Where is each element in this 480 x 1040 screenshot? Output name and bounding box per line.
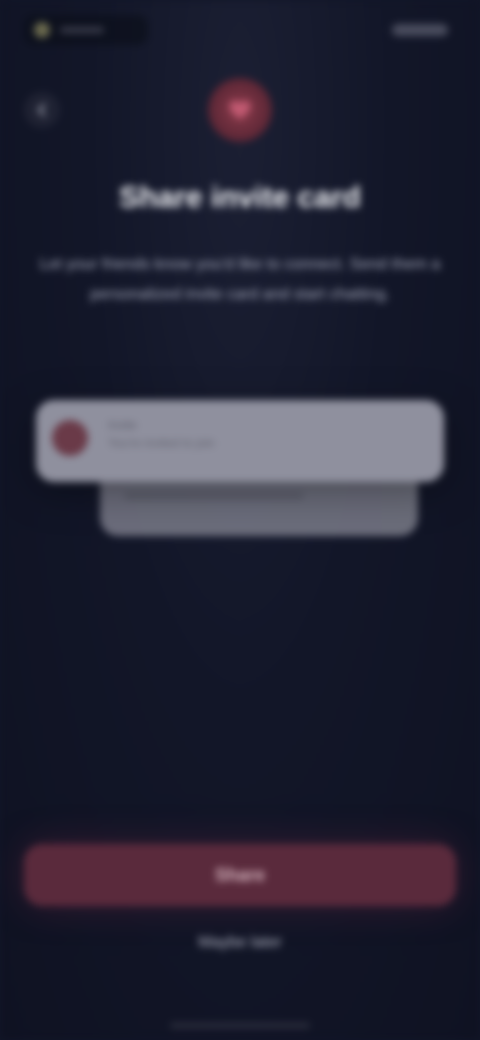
preview-card-name: Invite — [108, 418, 137, 432]
page-description: Let your friends know you'd like to conn… — [39, 256, 441, 303]
app-screen: Share invite card Let your friends know … — [0, 0, 480, 1040]
status-bar — [24, 14, 456, 46]
status-line — [60, 27, 104, 33]
maybe-later-link[interactable]: Maybe later — [198, 934, 282, 952]
share-button[interactable]: Share — [24, 844, 456, 906]
hero-icon — [208, 78, 272, 142]
preview-card-line — [124, 492, 304, 500]
preview-card-text: You're invited to join — [108, 436, 215, 450]
status-dot — [34, 22, 50, 38]
chevron-left-icon — [38, 103, 46, 117]
heart-icon — [229, 100, 251, 120]
back-button[interactable] — [24, 92, 60, 128]
home-indicator — [170, 1023, 310, 1028]
preview-card: Invite You're invited to join — [36, 400, 444, 482]
battery-icon — [392, 24, 448, 36]
page-title: Share invite card — [119, 181, 361, 214]
avatar — [52, 420, 88, 456]
share-button-label: Share — [214, 864, 266, 885]
status-indicator — [24, 15, 148, 45]
